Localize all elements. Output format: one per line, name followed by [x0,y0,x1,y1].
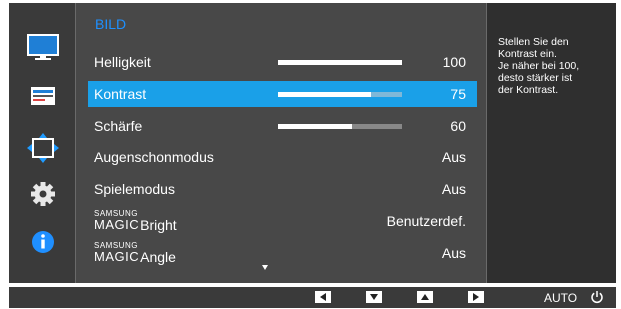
menu-item-eye-saver[interactable]: Augenschonmodus Aus [88,144,477,170]
menu-item-value: 60 [450,118,466,134]
picture-menu-panel: BILD Helligkeit 100 Kontrast 75 Schärfe … [76,3,486,283]
contrast-slider[interactable] [278,92,402,97]
down-arrow-icon[interactable] [366,291,382,303]
menu-item-label: Spielemodus [94,181,175,197]
info-icon[interactable] [25,227,61,257]
magic-angle-label: SAMSUNG MAGIC Angle [94,242,176,265]
menu-item-label: Kontrast [94,86,147,102]
menu-item-value: 75 [450,86,466,102]
menu-item-game-mode[interactable]: Spielemodus Aus [88,176,477,202]
brightness-slider[interactable] [278,60,402,65]
menu-item-magic-angle[interactable]: SAMSUNG MAGIC Angle Aus [88,240,477,266]
menu-item-value: Benutzerdef. [386,213,466,229]
help-panel: Stellen Sie den Kontrast ein. Je näher b… [487,3,616,283]
scroll-down-icon[interactable] [262,265,268,270]
menu-item-sharpness[interactable]: Schärfe 60 [88,113,477,139]
menu-item-label: Augenschonmodus [94,149,214,165]
slider-fill [278,92,371,97]
settings-gear-icon[interactable] [25,179,61,209]
menu-item-contrast[interactable]: Kontrast 75 [88,81,477,107]
menu-item-magic-bright[interactable]: SAMSUNG MAGIC Bright Benutzerdef. [88,208,477,234]
onscreen-display-icon[interactable] [25,81,61,111]
auto-button[interactable]: AUTO [544,291,577,305]
brand-magic: MAGIC [94,217,140,232]
brand-magic: MAGIC [94,249,140,264]
menu-item-label: Angle [140,249,176,265]
key-guide-bar: AUTO [9,287,616,308]
category-sidebar [9,3,75,283]
help-text: Stellen Sie den Kontrast ein. Je näher b… [498,36,580,96]
menu-item-label: Bright [140,217,177,233]
menu-item-value: Aus [441,149,466,165]
up-arrow-icon[interactable] [417,291,433,303]
slider-fill [278,60,402,65]
menu-title: BILD [95,16,127,32]
menu-item-label: Schärfe [94,118,143,134]
menu-item-value: 100 [442,54,466,70]
power-icon[interactable] [590,290,604,304]
slider-fill [278,124,353,129]
menu-item-brightness[interactable]: Helligkeit 100 [88,49,477,75]
position-arrows-icon[interactable] [25,133,61,163]
monitor-icon[interactable] [25,33,61,63]
right-arrow-icon[interactable] [468,291,484,303]
menu-item-value: Aus [441,181,466,197]
magic-bright-label: SAMSUNG MAGIC Bright [94,210,177,233]
left-arrow-icon[interactable] [315,291,331,303]
menu-item-value: Aus [441,245,466,261]
sharpness-slider[interactable] [278,124,402,129]
menu-item-label: Helligkeit [94,54,151,70]
